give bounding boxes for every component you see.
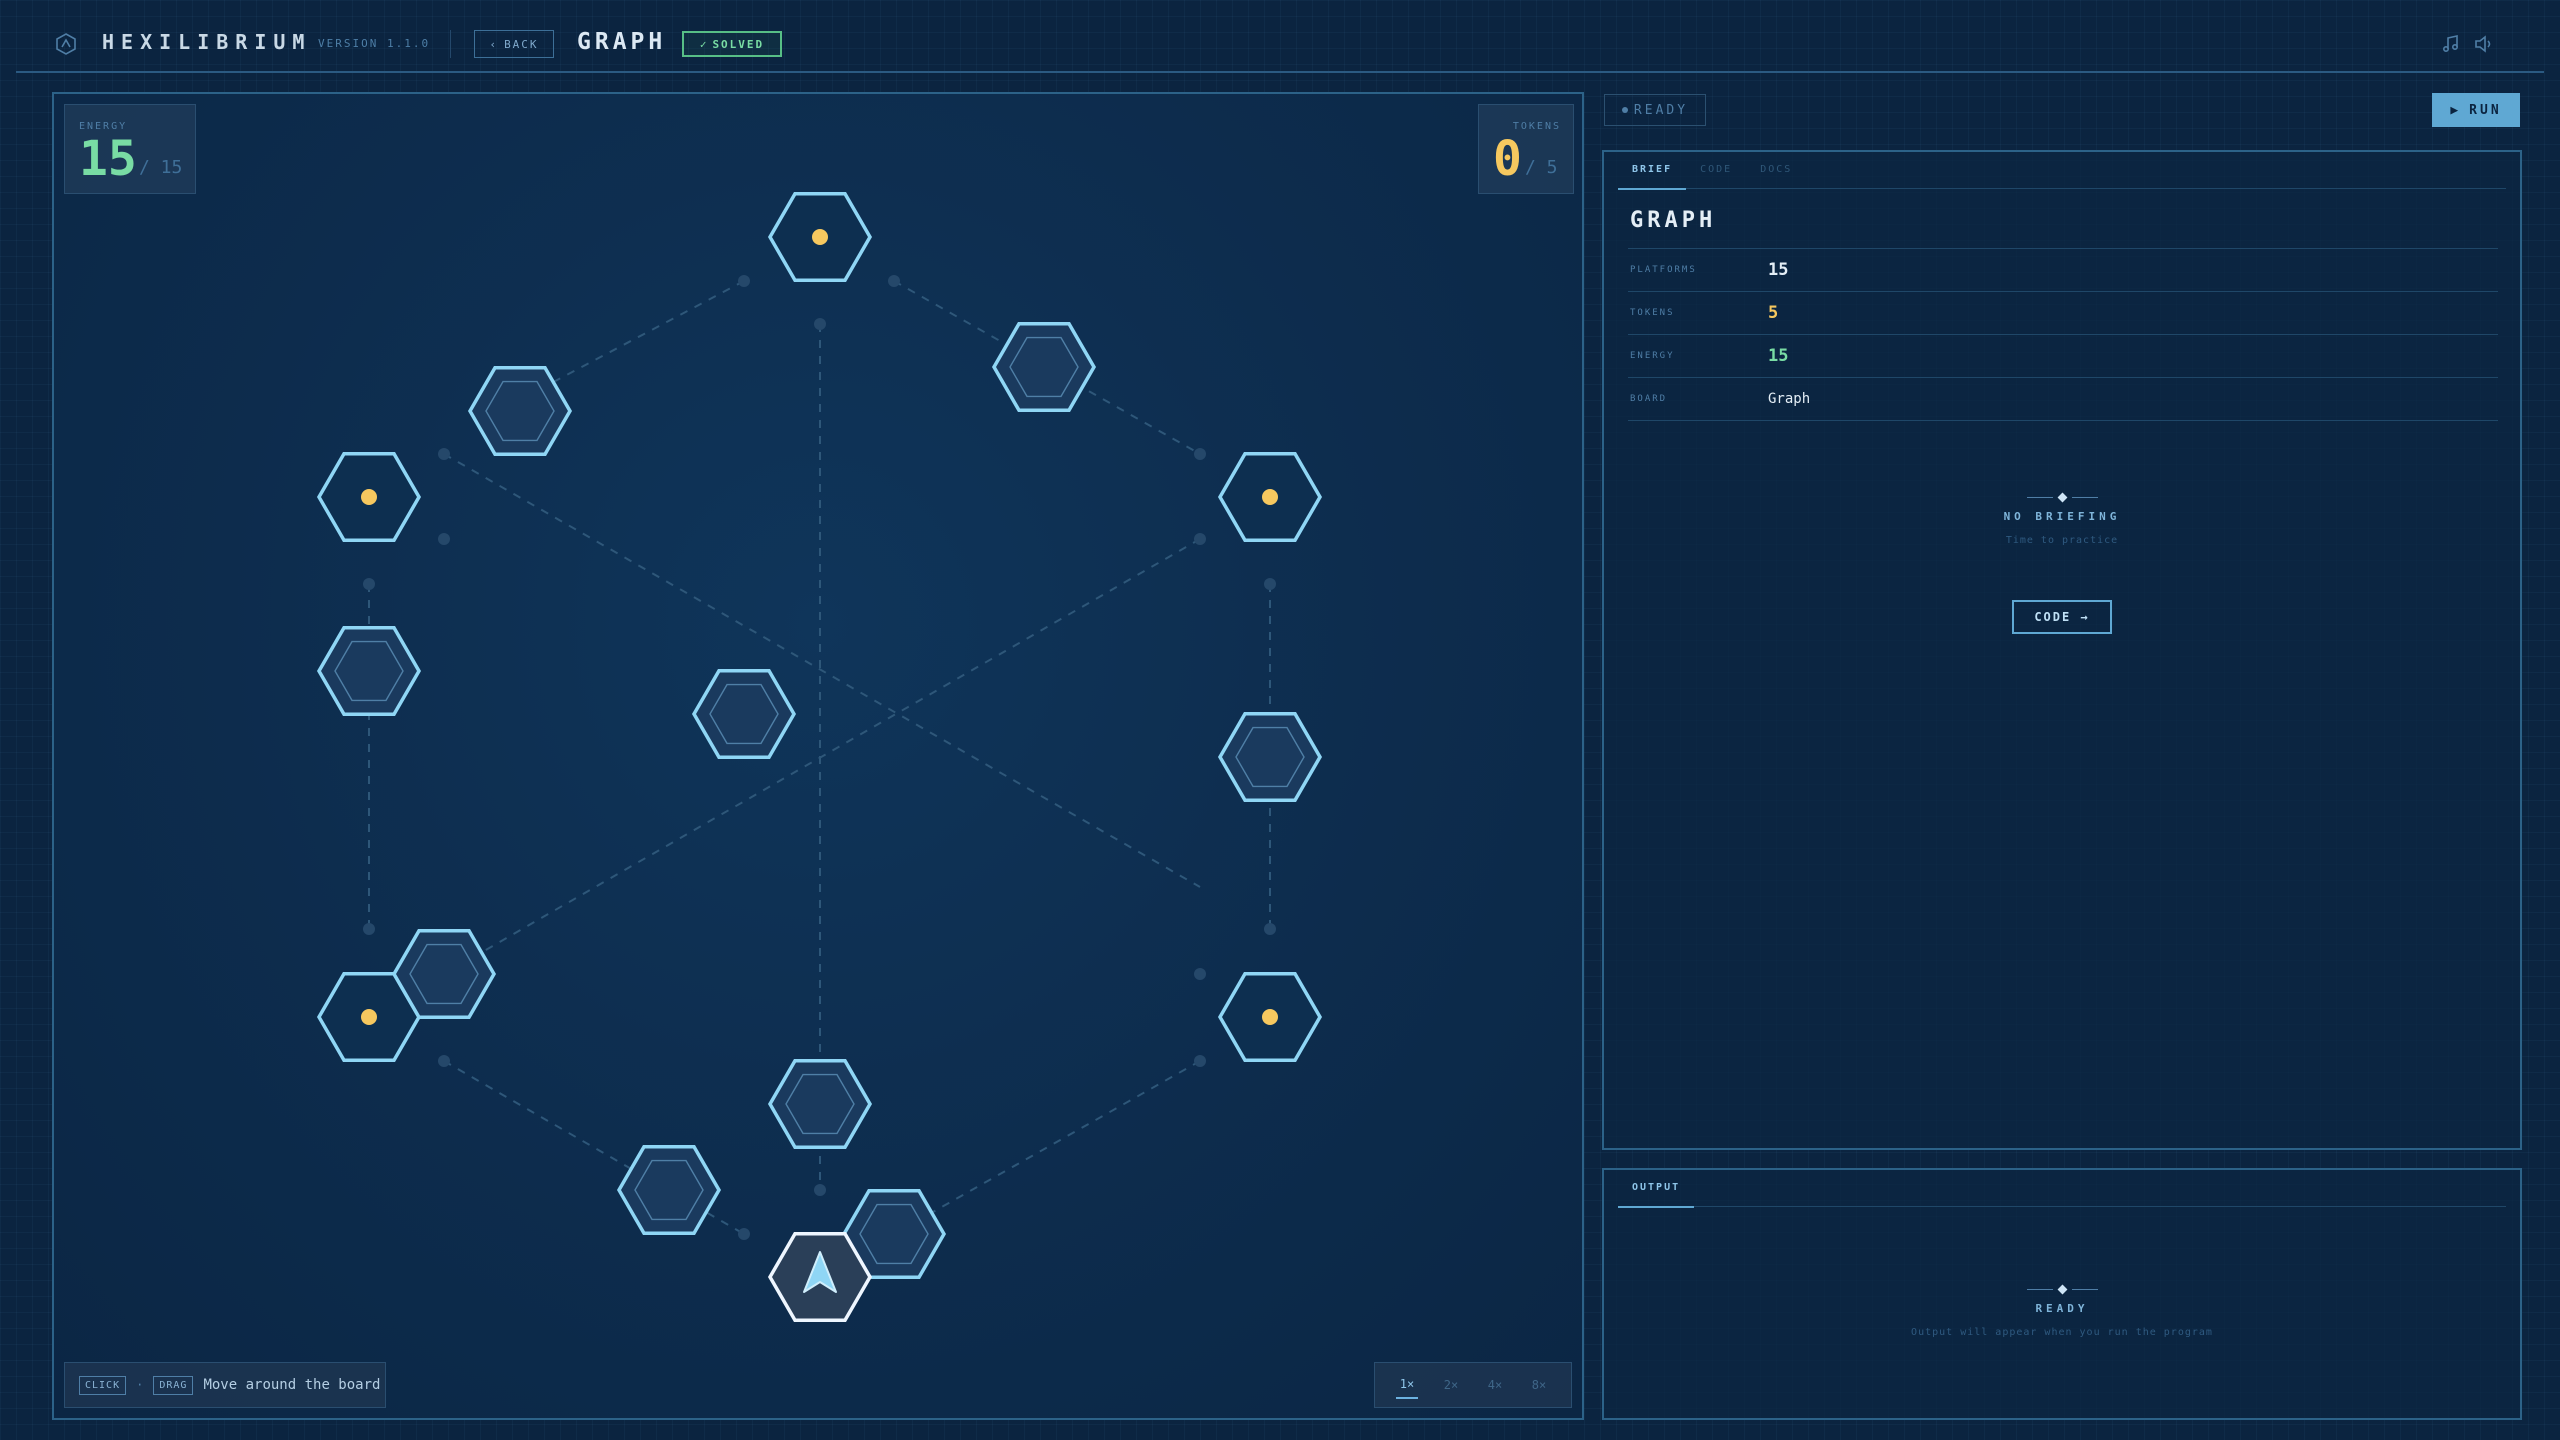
output-subtitle: Output will appear when you run the prog… xyxy=(1911,1327,2213,1338)
info-key: ENERGY xyxy=(1630,351,1675,361)
diamond-divider-icon xyxy=(1604,490,2520,504)
hexilibrium-logo-icon xyxy=(56,33,76,55)
controls-hint: CLICK · DRAG Move around the board xyxy=(64,1362,386,1408)
info-key: BOARD xyxy=(1630,394,1668,404)
run-status: READY xyxy=(1604,94,1706,126)
hex-tile-token[interactable] xyxy=(1218,451,1322,543)
tab-code[interactable]: CODE xyxy=(1686,152,1746,188)
solved-badge: ✓ SOLVED xyxy=(682,31,782,57)
hex-tile[interactable] xyxy=(992,321,1096,413)
hex-tile[interactable] xyxy=(768,1058,872,1150)
tokens-value: 0 xyxy=(1493,131,1522,187)
energy-max: / 15 xyxy=(139,157,183,178)
info-value: 15 xyxy=(1768,260,1789,280)
info-value: 5 xyxy=(1768,303,1779,323)
brief-panel: BRIEF CODE DOCS GRAPH PLATFORMS 15 TOKEN… xyxy=(1602,150,2522,1150)
diamond-divider-icon xyxy=(1604,1282,2520,1296)
puzzle-title: GRAPH xyxy=(577,29,667,55)
hex-tile[interactable] xyxy=(1218,711,1322,803)
puzzle-info-table: PLATFORMS 15 TOKENS 5 ENERGY 15 BOARD Gr… xyxy=(1628,248,2498,421)
code-button[interactable]: CODE → xyxy=(2012,600,2112,634)
run-label: RUN xyxy=(2469,102,2502,118)
run-button[interactable]: ▶ RUN xyxy=(2432,93,2520,127)
token-counter: TOKENS 0 / 5 xyxy=(1478,104,1574,194)
info-value: Graph xyxy=(1768,391,1811,407)
hint-text: Move around the board xyxy=(203,1377,381,1393)
no-briefing-subtitle: Time to practice xyxy=(2005,535,2119,546)
hint-separator: · xyxy=(136,1378,144,1392)
no-briefing-state: NO BRIEFING Time to practice xyxy=(1604,490,2520,546)
tab-output[interactable]: OUTPUT xyxy=(1618,1170,1695,1208)
speed-2x-button[interactable]: 2× xyxy=(1440,1372,1462,1398)
status-label: READY xyxy=(1633,102,1689,118)
info-value: 15 xyxy=(1768,346,1789,366)
speed-1x-button[interactable]: 1× xyxy=(1395,1371,1419,1399)
volume-icon[interactable] xyxy=(2473,33,2495,55)
solved-label: SOLVED xyxy=(712,37,765,51)
info-row-tokens: TOKENS 5 xyxy=(1628,292,2498,335)
hex-tile[interactable] xyxy=(317,625,421,717)
info-row-energy: ENERGY 15 xyxy=(1628,335,2498,378)
tab-docs[interactable]: DOCS xyxy=(1746,152,1806,188)
game-board[interactable]: ENERGY 15 / 15 TOKENS 0 / 5 CLICK · DRAG… xyxy=(52,92,1584,1420)
chevron-left-icon: ‹ xyxy=(489,37,499,51)
speed-4x-button[interactable]: 4× xyxy=(1484,1372,1506,1398)
version-label: VERSION 1.1.0 xyxy=(318,37,431,50)
hex-tile-token[interactable] xyxy=(317,451,421,543)
energy-counter: ENERGY 15 / 15 xyxy=(64,104,196,194)
info-row-platforms: PLATFORMS 15 xyxy=(1628,249,2498,292)
status-dot-icon xyxy=(1621,107,1628,113)
no-briefing-title: NO BRIEFING xyxy=(2003,510,2121,523)
hex-tile-token[interactable] xyxy=(1218,971,1322,1063)
output-title: READY xyxy=(2035,1302,2089,1315)
info-key: TOKENS xyxy=(1630,308,1675,318)
output-empty-state: READY Output will appear when you run th… xyxy=(1604,1282,2520,1338)
board-canvas[interactable] xyxy=(54,94,1584,1420)
music-icon[interactable] xyxy=(2440,33,2462,55)
header-underline xyxy=(16,71,2544,73)
app-name: HEXILIBRIUM xyxy=(102,30,312,54)
hex-tile[interactable] xyxy=(692,668,796,760)
back-button[interactable]: ‹ BACK xyxy=(474,30,554,58)
check-icon: ✓ xyxy=(699,37,709,51)
top-bar: HEXILIBRIUM VERSION 1.1.0 ‹ BACK GRAPH ✓… xyxy=(0,0,2560,73)
hex-tile[interactable] xyxy=(617,1144,721,1236)
header-divider xyxy=(450,30,451,58)
speed-selector: 1× 2× 4× 8× xyxy=(1374,1362,1572,1408)
tab-brief[interactable]: BRIEF xyxy=(1618,152,1687,190)
speed-8x-button[interactable]: 8× xyxy=(1528,1372,1550,1398)
hex-tile-token[interactable] xyxy=(768,191,872,283)
output-panel: OUTPUT READY Output will appear when you… xyxy=(1602,1168,2522,1420)
energy-value: 15 xyxy=(79,131,137,187)
panel-tabs: BRIEF CODE DOCS xyxy=(1618,152,2506,190)
output-tabs: OUTPUT xyxy=(1618,1170,2506,1208)
click-key: CLICK xyxy=(79,1375,127,1395)
tokens-max: / 5 xyxy=(1525,157,1558,178)
brief-title: GRAPH xyxy=(1630,208,1717,233)
info-row-board: BOARD Graph xyxy=(1628,378,2498,421)
info-key: PLATFORMS xyxy=(1630,265,1697,275)
drag-key: DRAG xyxy=(153,1375,194,1395)
back-label: BACK xyxy=(504,37,539,51)
play-icon: ▶ xyxy=(2450,102,2462,118)
